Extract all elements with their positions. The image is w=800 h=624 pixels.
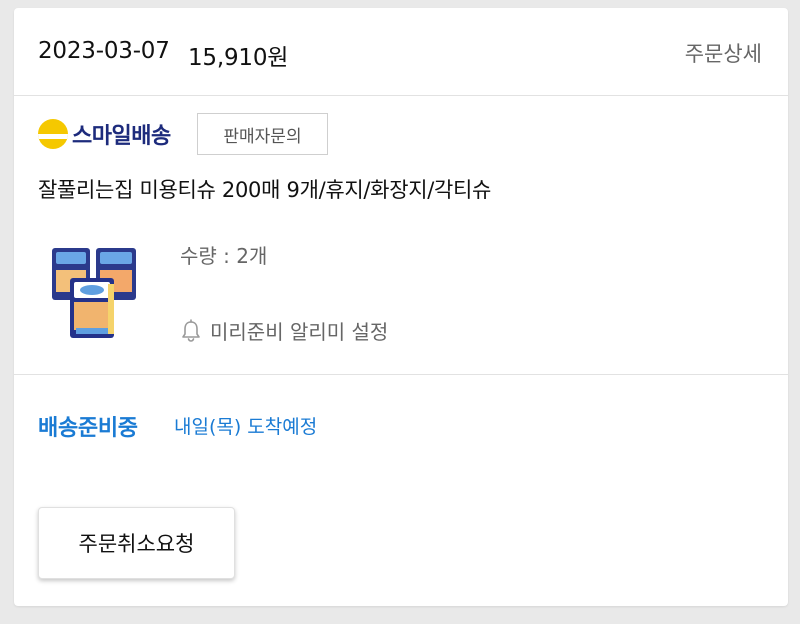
smile-delivery-icon: [38, 119, 68, 149]
product-thumbnail[interactable]: [48, 240, 144, 342]
product-quantity: 수량 : 2개: [180, 244, 268, 268]
order-card: 2023-03-07 15,910원 주문상세 스마일배송 판매자문의 잘풀리는…: [14, 8, 788, 606]
cancel-order-button[interactable]: 주문취소요청: [38, 507, 235, 579]
shipping-status: 배송준비중: [38, 416, 138, 441]
order-amount: 15,910원: [188, 45, 289, 71]
arrival-estimate: 내일(목) 도착예정: [174, 416, 318, 438]
order-detail-link[interactable]: 주문상세: [685, 38, 762, 68]
product-name[interactable]: 잘풀리는집 미용티슈 200매 9개/휴지/화장지/각티슈: [38, 174, 491, 204]
prepare-notify-setting[interactable]: 미리준비 알리미 설정: [180, 316, 388, 345]
prepare-notify-label: 미리준비 알리미 설정: [210, 320, 389, 344]
tissue-pack-image: [52, 248, 136, 338]
smile-delivery-badge: 스마일배송: [38, 118, 171, 150]
smile-delivery-text: 스마일배송: [72, 124, 171, 149]
bell-icon: [182, 318, 200, 342]
section-divider: [14, 374, 788, 375]
seller-contact-button[interactable]: 판매자문의: [197, 113, 328, 155]
order-date: 2023-03-07: [38, 38, 170, 64]
order-header: 2023-03-07 15,910원 주문상세: [14, 8, 788, 96]
